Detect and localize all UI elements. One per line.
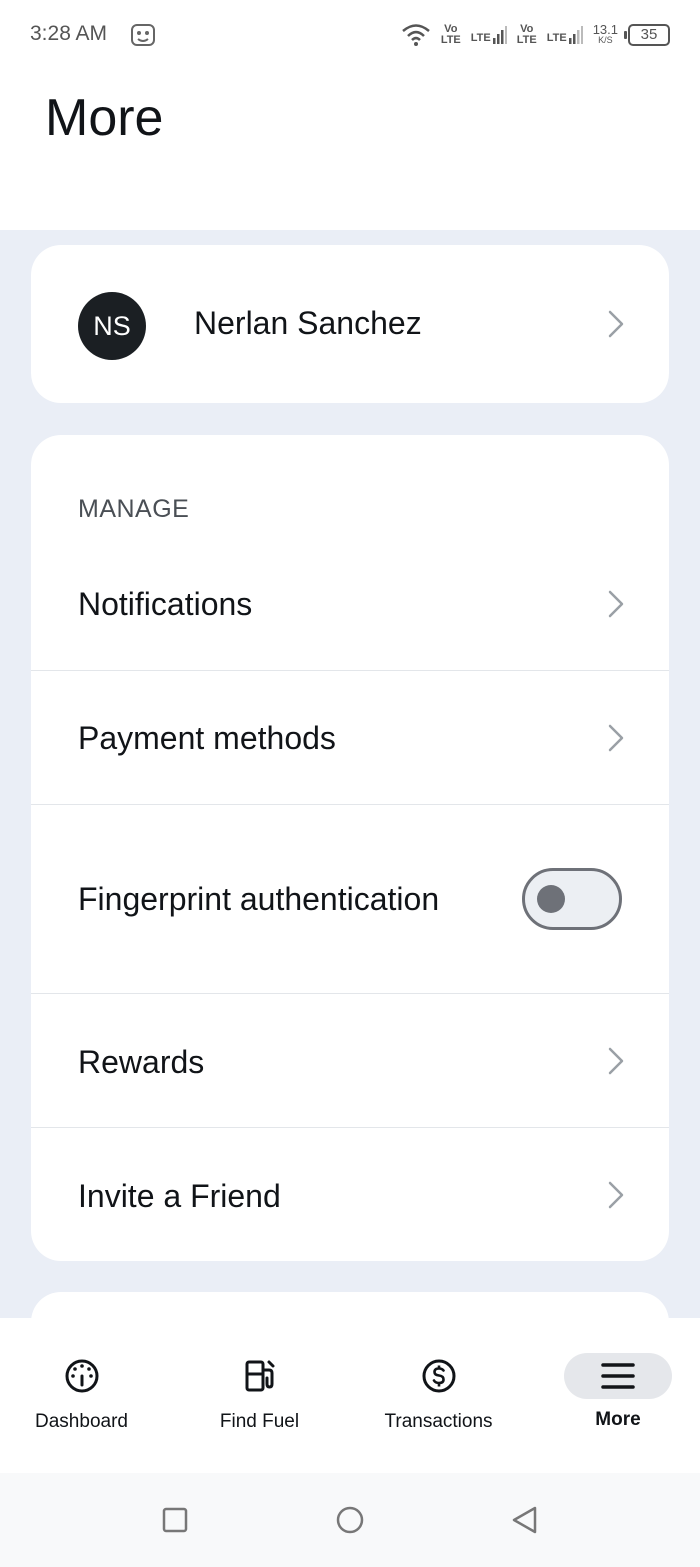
recent-apps-icon[interactable]: [160, 1505, 190, 1535]
signal-bars-icon: [568, 26, 583, 44]
menu-item-fingerprint-authentication: Fingerprint authentication: [31, 805, 669, 993]
page-title: More: [45, 89, 164, 147]
menu-item-label: Payment methods: [78, 720, 336, 756]
gauge-icon: [65, 1359, 98, 1393]
menu-item-notifications[interactable]: Notifications: [31, 535, 669, 669]
main-content[interactable]: NS Nerlan Sanchez MANAGE Notifications P…: [0, 230, 700, 1318]
home-icon[interactable]: [335, 1505, 365, 1535]
lte-signal-1: LTE: [471, 26, 507, 44]
chevron-right-icon: [608, 1047, 624, 1075]
volte-indicator-2: Vo LTE: [516, 23, 537, 46]
profile-card[interactable]: NS Nerlan Sanchez: [31, 245, 669, 403]
fuel-pump-icon: [245, 1360, 274, 1392]
status-indicators: Vo LTE LTE Vo LTE LTE 13.1 K/S 35: [401, 20, 670, 50]
menu-item-label: Notifications: [78, 586, 253, 622]
dollar-circle-icon: [422, 1359, 455, 1393]
nav-label: More: [595, 1409, 641, 1430]
nav-tab-transactions[interactable]: Transactions: [351, 1318, 526, 1473]
menu-item-label: Invite a Friend: [78, 1178, 281, 1214]
bottom-navigation: Dashboard Find Fuel Transactions More: [0, 1318, 700, 1473]
battery-indicator: 35: [624, 24, 670, 46]
signal-bars-icon: [492, 26, 507, 44]
chevron-right-icon: [608, 724, 624, 752]
avatar: NS: [78, 292, 146, 360]
menu-icon: [601, 1363, 635, 1389]
profile-name: Nerlan Sanchez: [194, 305, 422, 341]
nav-label: Transactions: [384, 1411, 493, 1432]
nav-tab-more[interactable]: More: [553, 1318, 683, 1473]
chevron-right-icon: [608, 310, 624, 338]
system-navigation-bar: [0, 1473, 700, 1567]
menu-item-invite-a-friend[interactable]: Invite a Friend: [31, 1128, 669, 1261]
status-bar: 3:28 AM Vo LTE LTE Vo LTE LTE 13.1 K/S 3…: [0, 0, 700, 70]
lte-signal-2: LTE: [547, 26, 583, 44]
menu-item-rewards[interactable]: Rewards: [31, 994, 669, 1127]
data-speed: 13.1 K/S: [592, 22, 618, 45]
menu-item-label: Rewards: [78, 1044, 205, 1080]
chevron-right-icon: [608, 1181, 624, 1209]
toggle-knob: [537, 885, 565, 913]
next-section-card: [31, 1292, 669, 1318]
back-icon[interactable]: [510, 1505, 540, 1535]
manage-card: MANAGE Notifications Payment methods Fin…: [31, 435, 669, 1261]
page-header: More: [0, 70, 700, 230]
menu-item-label: Fingerprint authentication: [78, 881, 440, 917]
fingerprint-toggle[interactable]: [522, 868, 622, 930]
app-notification-icon: [131, 24, 155, 46]
nav-tab-find-fuel[interactable]: Find Fuel: [172, 1318, 347, 1473]
nav-label: Find Fuel: [219, 1411, 300, 1432]
wifi-icon: [402, 24, 430, 46]
section-label-manage: MANAGE: [78, 495, 190, 523]
nav-tab-dashboard[interactable]: Dashboard: [0, 1318, 169, 1473]
status-time: 3:28 AM: [30, 22, 108, 45]
chevron-right-icon: [608, 590, 624, 618]
menu-item-payment-methods[interactable]: Payment methods: [31, 671, 669, 804]
nav-label: Dashboard: [35, 1411, 128, 1432]
volte-indicator-1: Vo LTE: [440, 23, 461, 46]
